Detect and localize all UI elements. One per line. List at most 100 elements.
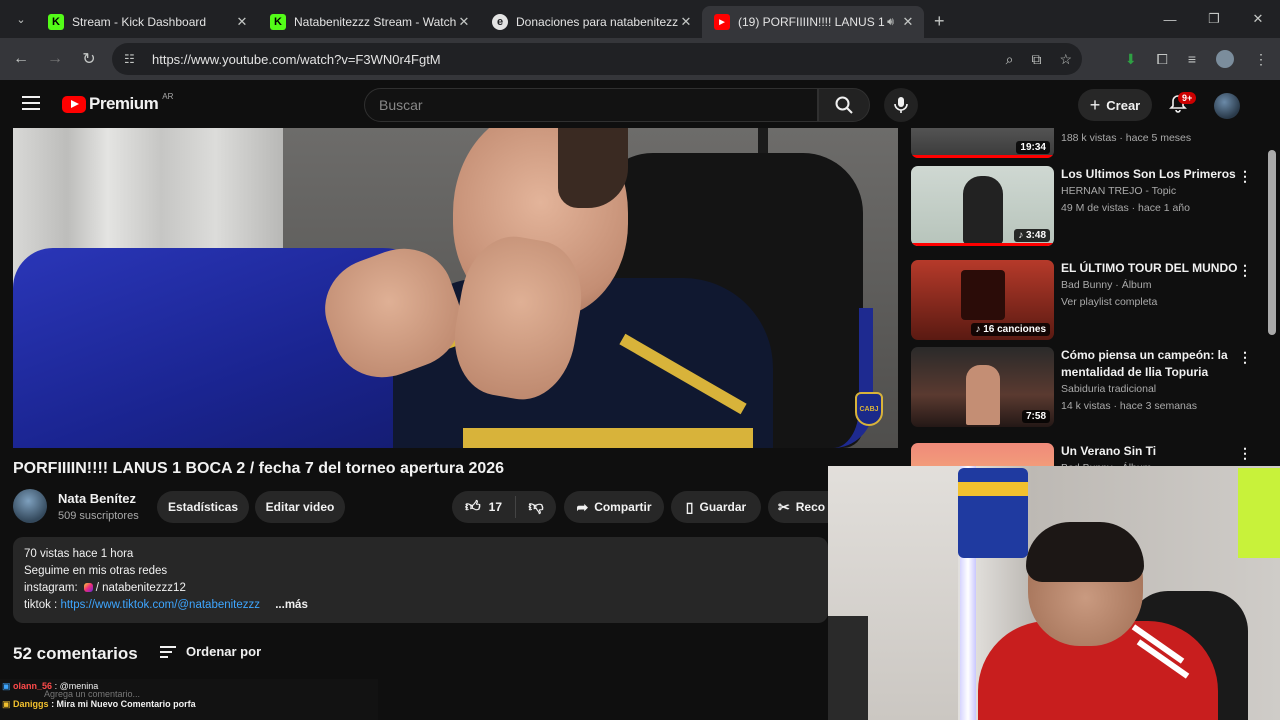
subscriber-count: 509 suscriptores	[58, 510, 139, 522]
webcam-hanging-jersey	[958, 468, 1028, 558]
minimize-icon[interactable]: —	[1148, 12, 1192, 27]
more-actions-icon[interactable]: ⋮	[1238, 262, 1252, 279]
view-count-time: 70 vistas hace 1 hora	[24, 548, 134, 560]
webcam-green-jersey	[1238, 468, 1280, 558]
recommendation-item[interactable]: 19:34 188 k vistas · hace 5 meses	[911, 128, 1266, 160]
playlist-thumbnail[interactable]	[911, 443, 1054, 468]
guide-menu-icon[interactable]	[22, 96, 40, 110]
sort-comments-button[interactable]: Ordenar por	[160, 644, 261, 659]
new-tab-button[interactable]: +	[934, 11, 945, 32]
tab-title: Stream - Kick Dashboard	[72, 15, 207, 29]
more-actions-icon[interactable]: ⋮	[1238, 445, 1252, 462]
edit-video-button[interactable]: Editar video	[255, 491, 345, 523]
notification-count-badge: 9+	[1178, 92, 1197, 104]
comment-input-placeholder[interactable]: Agrega un comentario...	[44, 689, 140, 699]
url-text: https://www.youtube.com/watch?v=F3WN0r4F…	[152, 51, 441, 67]
recommendation-item[interactable]: ♪ 3:48 Los Ultimos Son Los Primeros HERN…	[911, 166, 1266, 248]
tab-kick-stream[interactable]: K Natabenitezzz Stream - Watch ✕	[258, 6, 480, 38]
show-more-link[interactable]: ...más	[275, 599, 308, 611]
close-window-icon[interactable]: ✕	[1236, 11, 1280, 27]
search-placeholder: Buscar	[379, 97, 423, 113]
search-icon	[835, 96, 853, 114]
voice-search-button[interactable]	[884, 88, 918, 122]
bookmark-icon: ▯	[685, 498, 694, 515]
playlist-thumbnail[interactable]: ♪ 16 canciones	[911, 260, 1054, 340]
video-title[interactable]: Cómo piensa un campeón: la mentalidad de…	[1061, 347, 1251, 381]
bookmark-star-icon[interactable]: ☆	[1059, 51, 1072, 68]
video-thumbnail[interactable]: 19:34	[911, 128, 1054, 158]
kick-favicon-icon: K	[48, 14, 64, 30]
instagram-icon	[83, 583, 93, 593]
playlist-title[interactable]: EL ÚLTIMO TOUR DEL MUNDO	[1061, 260, 1241, 277]
close-tab-icon[interactable]: ✕	[678, 14, 694, 30]
speaker-icon[interactable]: 🔊︎	[887, 16, 894, 29]
video-title[interactable]: Los Ultimos Son Los Primeros	[1061, 166, 1241, 183]
create-button[interactable]: + Crear	[1078, 89, 1152, 121]
thumbnail-figure	[963, 176, 1003, 244]
playlist-title[interactable]: Un Verano Sin Ti	[1061, 443, 1241, 460]
chat-badge-icon: ▣	[2, 699, 11, 709]
close-tab-icon[interactable]: ✕	[456, 14, 472, 30]
install-app-icon[interactable]: ⧉	[1031, 51, 1041, 68]
create-label: Crear	[1106, 97, 1141, 113]
tab-search-button[interactable]: ⌄	[6, 5, 36, 33]
address-bar[interactable]: ☷ https://www.youtube.com/watch?v=F3WN0r…	[112, 43, 1082, 75]
analytics-button[interactable]: Estadísticas	[157, 491, 249, 523]
video-player[interactable]: CABJ	[13, 128, 898, 448]
view-playlist-link[interactable]: Ver playlist completa	[1061, 294, 1251, 311]
save-button[interactable]: ▯ Guardar	[671, 491, 761, 523]
maximize-icon[interactable]: ❐	[1192, 11, 1236, 27]
media-controls-icon[interactable]: ≡	[1188, 51, 1196, 67]
close-tab-icon[interactable]: ✕	[234, 14, 250, 30]
recommendation-item[interactable]: ♪ 16 canciones EL ÚLTIMO TOUR DEL MUNDO …	[911, 260, 1266, 342]
reload-icon[interactable]: ↻	[72, 49, 106, 69]
channel-avatar[interactable]	[13, 489, 47, 523]
more-actions-icon[interactable]: ⋮	[1238, 168, 1252, 185]
video-thumbnail[interactable]: 7:58	[911, 347, 1054, 427]
watch-progress-bar	[911, 155, 1054, 158]
zoom-icon[interactable]: ⌕	[1006, 51, 1014, 68]
extensions-puzzle-icon[interactable]: ⧠	[1157, 51, 1168, 68]
tiktok-label: tiktok :	[24, 599, 58, 611]
sidebar-scrollbar[interactable]	[1268, 150, 1276, 335]
chat-message: ▣ Daniggs : Mira mi Nuevo Comentario por…	[2, 699, 196, 710]
video-thumbnail[interactable]: ♪ 3:48	[911, 166, 1054, 246]
tiktok-link[interactable]: https://www.tiktok.com/@natabenitezzz	[60, 599, 260, 611]
thumbnail-truck	[961, 270, 1005, 320]
tab-youtube-video[interactable]: ▶ (19) PORFIIIIN!!!! LANUS 1 B 🔊︎ ✕	[702, 6, 924, 38]
site-info-icon[interactable]: ☷	[124, 52, 148, 66]
channel-name[interactable]: Nata Benítez	[58, 491, 136, 506]
chat-text: : Mira mi Nuevo Comentario porfa	[51, 699, 196, 709]
extension-green-icon[interactable]: ⬇	[1125, 51, 1137, 68]
window-controls: — ❐ ✕	[1148, 0, 1280, 38]
recommendation-item[interactable]: 7:58 Cómo piensa un campeón: la mentalid…	[911, 347, 1266, 429]
close-tab-icon[interactable]: ✕	[900, 14, 916, 30]
dislike-button[interactable]: 👎︎	[516, 498, 556, 516]
youtube-play-icon	[62, 95, 86, 113]
duration-text: 3:48	[1025, 230, 1046, 241]
kick-favicon-icon: K	[270, 14, 286, 30]
chat-badge-icon: ▣	[2, 681, 11, 691]
like-button[interactable]: 👍︎ 17	[452, 496, 516, 518]
scissors-icon: ✂	[778, 498, 790, 515]
youtube-favicon-icon: ▶	[714, 14, 730, 30]
back-arrow-icon[interactable]: ←	[4, 50, 38, 68]
search-input[interactable]: Buscar	[364, 88, 818, 122]
browser-menu-icon[interactable]: ⋮	[1254, 51, 1268, 68]
instagram-line: instagram: / natabenitezzz12	[24, 580, 817, 597]
duration-badge: 7:58	[1021, 410, 1050, 423]
instagram-handle[interactable]: / natabenitezzz12	[96, 582, 186, 594]
account-avatar[interactable]	[1214, 93, 1240, 119]
share-button[interactable]: ➦ Compartir	[564, 491, 664, 523]
youtube-premium-logo[interactable]: Premium AR	[62, 92, 173, 114]
more-actions-icon[interactable]: ⋮	[1238, 349, 1252, 366]
profile-avatar-icon[interactable]	[1216, 50, 1234, 68]
tab-donations[interactable]: e Donaciones para natabenitezz ✕	[480, 6, 702, 38]
forward-arrow-icon[interactable]: →	[38, 50, 72, 68]
tab-kick-dashboard[interactable]: K Stream - Kick Dashboard ✕	[36, 6, 258, 38]
video-description[interactable]: 70 vistas hace 1 hora Seguime en mis otr…	[13, 537, 828, 623]
recommendation-item[interactable]: Un Verano Sin Ti Bad Bunny · Álbum ⋮	[911, 443, 1266, 468]
search-button[interactable]	[818, 88, 870, 122]
thumbs-down-icon: 👎︎	[528, 498, 544, 515]
description-line: Seguime en mis otras redes	[24, 565, 168, 577]
